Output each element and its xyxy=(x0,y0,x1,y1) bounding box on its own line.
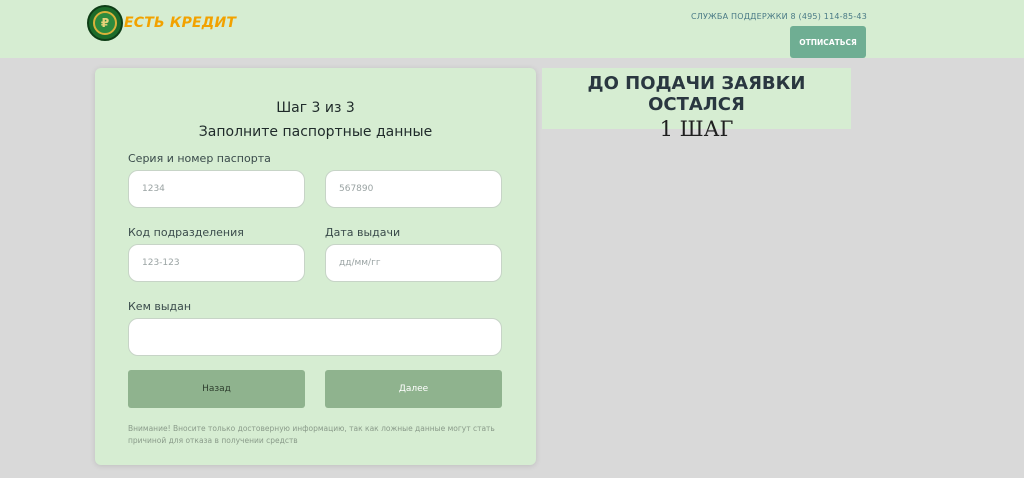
division-code-label: Код подразделения xyxy=(128,226,244,239)
back-button[interactable]: Назад xyxy=(128,370,305,408)
division-code-input[interactable]: 123-123 xyxy=(128,244,305,282)
unsubscribe-button[interactable]: ОТПИСАТЬСЯ xyxy=(790,26,866,58)
issued-by-label: Кем выдан xyxy=(128,300,192,313)
issued-by-input[interactable] xyxy=(128,318,502,356)
banner-steps-left: 1 ШАГ xyxy=(659,117,734,141)
passport-form-card: Шаг 3 из 3 Заполните паспортные данные С… xyxy=(95,68,536,465)
steps-remaining-banner: ДО ПОДАЧИ ЗАЯВКИ ОСТАЛСЯ 1 ШАГ xyxy=(542,68,851,141)
logo-text: ЕСТЬ КРЕДИТ xyxy=(124,15,237,31)
issue-date-input[interactable]: дд/мм/гг xyxy=(325,244,502,282)
next-button[interactable]: Далее xyxy=(325,370,502,408)
logo[interactable]: ₽ ЕСТЬ КРЕДИТ xyxy=(87,5,236,41)
support-phone: СЛУЖБА ПОДДЕРЖКИ 8 (495) 114-85-43 xyxy=(690,12,867,21)
issue-date-label: Дата выдачи xyxy=(325,226,401,239)
passport-series-input[interactable]: 1234 xyxy=(128,170,305,208)
passport-number-input[interactable]: 567890 xyxy=(325,170,502,208)
logo-emblem-icon: ₽ xyxy=(87,5,123,41)
form-title: Заполните паспортные данные xyxy=(198,124,433,140)
step-indicator: Шаг 3 из 3 xyxy=(276,100,355,116)
header-bar: ₽ ЕСТЬ КРЕДИТ СЛУЖБА ПОДДЕРЖКИ 8 (495) 1… xyxy=(0,0,1024,58)
banner-title: ДО ПОДАЧИ ЗАЯВКИ ОСТАЛСЯ xyxy=(587,73,806,115)
passport-label: Серия и номер паспорта xyxy=(128,152,271,165)
warning-note: Внимание! Вносите только достоверную инф… xyxy=(128,424,495,445)
